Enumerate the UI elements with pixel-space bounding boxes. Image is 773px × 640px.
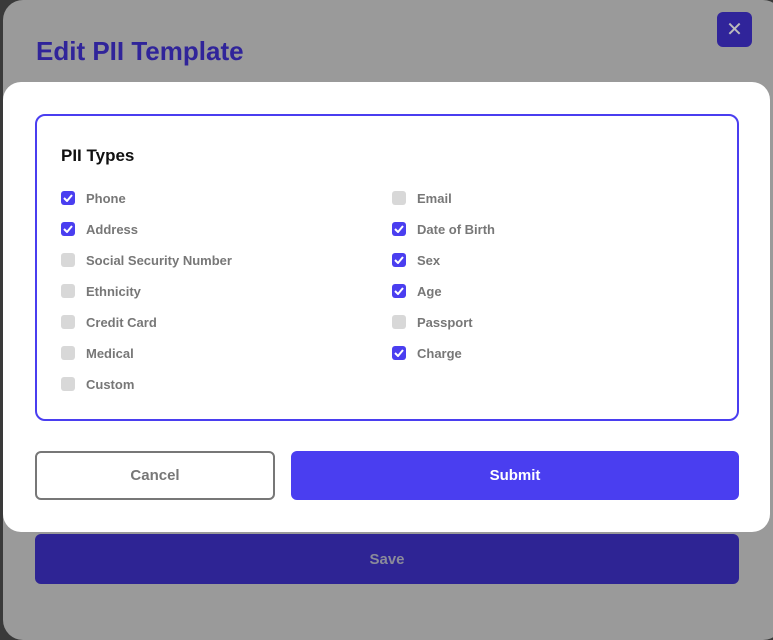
pii-option-email[interactable]: Email: [392, 188, 452, 208]
option-label: Medical: [86, 345, 134, 361]
checkbox[interactable]: [61, 284, 75, 298]
pii-option-passport[interactable]: Passport: [392, 312, 473, 332]
pii-option-age[interactable]: Age: [392, 281, 442, 301]
option-label: Date of Birth: [417, 221, 495, 237]
checkbox[interactable]: [61, 377, 75, 391]
pii-option-medical[interactable]: Medical: [61, 343, 134, 363]
pii-option-ethnicity[interactable]: Ethnicity: [61, 281, 141, 301]
section-title: PII Types: [61, 146, 135, 165]
option-label: Social Security Number: [86, 252, 232, 268]
option-label: Credit Card: [86, 314, 157, 330]
checkmark-icon: [63, 194, 73, 202]
checkmark-icon: [63, 225, 73, 233]
checkbox[interactable]: [392, 253, 406, 267]
checkmark-icon: [394, 256, 404, 264]
pii-types-modal: PII Types Phone Address Social Security Nu…: [3, 82, 770, 532]
pii-option-custom[interactable]: Custom: [61, 374, 134, 394]
checkbox[interactable]: [392, 315, 406, 329]
checkbox[interactable]: [61, 346, 75, 360]
option-label: Email: [417, 190, 452, 206]
checkbox[interactable]: [392, 346, 406, 360]
submit-button[interactable]: Submit: [291, 451, 739, 500]
save-button[interactable]: Save: [35, 534, 739, 584]
close-icon: ✕: [726, 19, 743, 41]
page-title: Edit PII Template: [36, 36, 244, 66]
checkbox[interactable]: [61, 253, 75, 267]
checkmark-icon: [394, 287, 404, 295]
pii-option-phone[interactable]: Phone: [61, 188, 126, 208]
option-label: Address: [86, 221, 139, 237]
checkbox[interactable]: [61, 222, 75, 236]
option-label: Ethnicity: [86, 283, 141, 299]
checkbox[interactable]: [61, 191, 75, 205]
checkbox[interactable]: [392, 222, 406, 236]
checkbox[interactable]: [392, 284, 406, 298]
pii-option-social-security-number[interactable]: Social Security Number: [61, 250, 232, 270]
option-label: Custom: [86, 376, 135, 392]
option-label: Sex: [417, 252, 441, 268]
option-label: Passport: [417, 314, 473, 330]
checkmark-icon: [394, 225, 404, 233]
option-label: Age: [417, 283, 442, 299]
close-button[interactable]: ✕: [717, 12, 752, 47]
checkbox[interactable]: [392, 191, 406, 205]
pii-option-address[interactable]: Address: [61, 219, 138, 239]
pii-types-panel: PII Types Phone Address Social Security Nu…: [35, 114, 739, 421]
pii-option-date-of-birth[interactable]: Date of Birth: [392, 219, 495, 239]
pii-option-credit-card[interactable]: Credit Card: [61, 312, 157, 332]
pii-option-charge[interactable]: Charge: [392, 343, 462, 363]
checkbox[interactable]: [61, 315, 75, 329]
option-label: Phone: [86, 190, 126, 206]
option-label: Charge: [417, 345, 462, 361]
pii-option-sex[interactable]: Sex: [392, 250, 440, 270]
checkmark-icon: [394, 349, 404, 357]
cancel-button[interactable]: Cancel: [35, 451, 275, 500]
